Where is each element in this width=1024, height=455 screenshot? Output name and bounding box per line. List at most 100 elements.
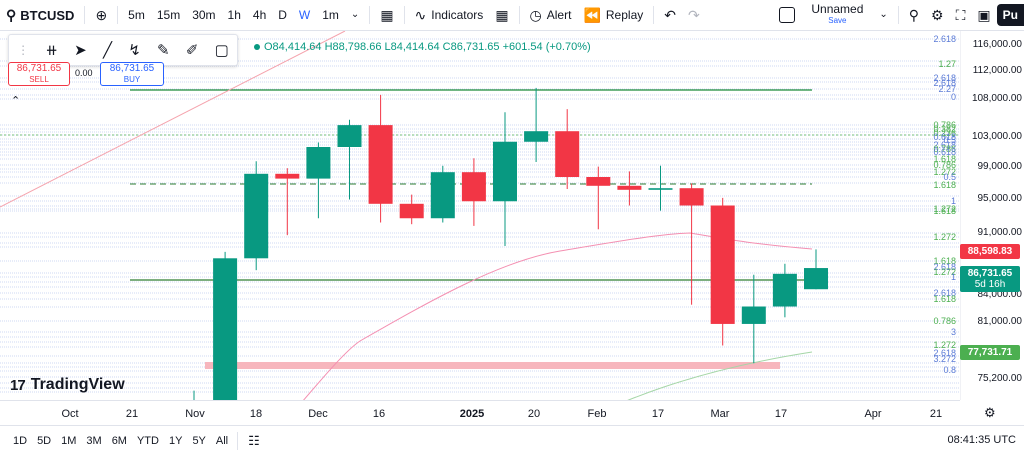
market-status-dot	[254, 44, 260, 50]
path-tool-icon[interactable]: ↯	[128, 41, 141, 59]
price-label: 81,000.00	[978, 316, 1023, 327]
range-all[interactable]: All	[211, 435, 233, 447]
range-1y[interactable]: 1Y	[164, 435, 187, 447]
symbol-search[interactable]: ⚲ BTCUSD	[0, 0, 80, 30]
fib-label: 0.8	[943, 365, 956, 375]
interval-30m[interactable]: 30m	[186, 0, 221, 30]
fib-label: 2.618	[933, 34, 956, 44]
interval-W[interactable]: W	[293, 0, 316, 30]
axis-settings-button[interactable]: ⚙	[984, 405, 996, 421]
range-ytd[interactable]: YTD	[132, 435, 164, 447]
layout-dropdown[interactable]: ⌄	[873, 0, 893, 30]
time-label: Mar	[710, 408, 730, 420]
fib-label: 1.272	[933, 232, 956, 242]
range-1m[interactable]: 1M	[56, 435, 81, 447]
time-label: 16	[372, 408, 386, 420]
time-axis[interactable]: Oct 21 Nov 18 Dec 16 2025 20 Feb 17 Mar 17 Apr 21	[0, 400, 960, 425]
replay-button[interactable]: ⏪ Replay	[577, 0, 649, 30]
candle-body	[710, 205, 735, 324]
moving-average-green	[627, 351, 813, 400]
time-label: Apr	[864, 408, 882, 420]
candle-body	[244, 173, 269, 259]
time-label: 20	[527, 408, 541, 420]
chart-canvas[interactable]: 2.6181.272.6182.6182.2700.7860.3820.2360…	[0, 31, 960, 400]
candle-body	[524, 131, 549, 142]
alert-button[interactable]: ◷ Alert	[524, 0, 578, 30]
price-tag-countdown: 5d 16h	[974, 279, 1006, 290]
gear-icon: ⚙	[984, 405, 996, 420]
drag-handle-icon[interactable]: ⋮	[17, 43, 29, 57]
layout-save-label: Save	[828, 16, 847, 25]
interval-5m[interactable]: 5m	[122, 0, 151, 30]
time-label: 2025	[459, 408, 485, 420]
templates-button[interactable]: ▦	[489, 0, 514, 30]
candle-body	[555, 131, 580, 177]
top-right-group: Unnamed Save ⌄ ⚲ ⚙ ⛶ ▣ Pu	[773, 0, 1024, 30]
date-range-icon[interactable]: ☷	[242, 433, 266, 449]
range-6m[interactable]: 6M	[107, 435, 132, 447]
price-tag: 88,598.83	[960, 244, 1020, 259]
range-5d[interactable]: 5D	[32, 435, 56, 447]
bottom-toolbar: 1D 5D 1M 3M 6M YTD 1Y 5Y All ☷ 08:41:35 UTC	[0, 425, 1024, 455]
undo-icon: ↶	[664, 7, 676, 23]
time-label: 21	[929, 408, 943, 420]
snapshot-button[interactable]: ▣	[971, 0, 996, 30]
chevron-down-icon: ⌄	[879, 9, 888, 20]
quick-search-button[interactable]: ⚲	[903, 0, 925, 30]
collapse-legend-button[interactable]: ⌃	[11, 94, 20, 107]
legend-high: H88,798.66	[324, 41, 382, 53]
trend-line-icon[interactable]: ⧺	[45, 41, 58, 59]
publish-button[interactable]: Pu	[996, 4, 1024, 26]
interval-1m[interactable]: 1m	[316, 0, 345, 30]
pen-tool-icon[interactable]: ✎	[157, 41, 170, 59]
range-5y[interactable]: 5Y	[187, 435, 210, 447]
interval-1h[interactable]: 1h	[222, 0, 247, 30]
price-label: 103,000.00	[972, 131, 1022, 142]
cursor-arrow-icon[interactable]: ➤	[74, 41, 87, 59]
redo-button[interactable]: ↷	[682, 0, 706, 30]
redo-icon: ↷	[687, 7, 700, 23]
buy-label: BUY	[123, 75, 141, 84]
brush-tool-icon[interactable]: ✐	[186, 41, 199, 59]
gear-icon: ⚙	[931, 7, 944, 23]
time-label: 17	[774, 408, 788, 420]
sell-label: SELL	[29, 75, 49, 84]
settings-button[interactable]: ⚙	[925, 0, 950, 30]
undo-button[interactable]: ↶	[658, 0, 682, 30]
compare-button[interactable]: ⊕	[89, 0, 113, 30]
range-buttons: 1D 5D 1M 3M 6M YTD 1Y 5Y All	[0, 435, 233, 447]
fib-label: 3	[951, 327, 956, 337]
range-3m[interactable]: 3M	[81, 435, 106, 447]
indicators-button[interactable]: ∿ Indicators	[409, 0, 490, 30]
interval-dropdown[interactable]: ⌄	[345, 0, 365, 30]
candle-body	[586, 177, 611, 186]
layout-name-button[interactable]: Unnamed Save	[801, 3, 873, 26]
interval-15m[interactable]: 15m	[151, 0, 186, 30]
rewind-icon: ⏪	[583, 7, 601, 23]
sell-button[interactable]: 86,731.65 SELL	[8, 62, 70, 86]
fib-label: 0	[951, 92, 956, 102]
alert-label: Alert	[546, 8, 572, 22]
range-1d[interactable]: 1D	[8, 435, 32, 447]
fib-label: 3.272	[933, 354, 956, 364]
interval-D[interactable]: D	[272, 0, 293, 30]
legend-open: O84,414.64	[264, 41, 322, 53]
interval-4h[interactable]: 4h	[247, 0, 272, 30]
buy-button[interactable]: 86,731.65 BUY	[100, 62, 164, 86]
price-tag: 86,731.65 5d 16h	[960, 266, 1020, 292]
candle-body	[368, 125, 393, 204]
candle-body	[399, 203, 424, 219]
utc-clock[interactable]: 08:41:35 UTC	[948, 434, 1016, 446]
buy-price: 86,731.65	[109, 63, 155, 74]
chart-type-button[interactable]: ▦	[374, 0, 399, 30]
line-tool-icon[interactable]: ╱	[103, 41, 112, 59]
divider	[653, 6, 655, 24]
layout-checkbox[interactable]	[773, 0, 801, 30]
fib-label: 1.618	[933, 180, 956, 190]
candle-body	[461, 172, 486, 202]
rectangle-tool-icon[interactable]: ▢	[215, 41, 229, 59]
fullscreen-button[interactable]: ⛶	[950, 0, 972, 30]
candle-body	[306, 147, 331, 179]
chevron-down-icon: ⌄	[350, 9, 360, 20]
price-label: 108,000.00	[972, 93, 1022, 104]
